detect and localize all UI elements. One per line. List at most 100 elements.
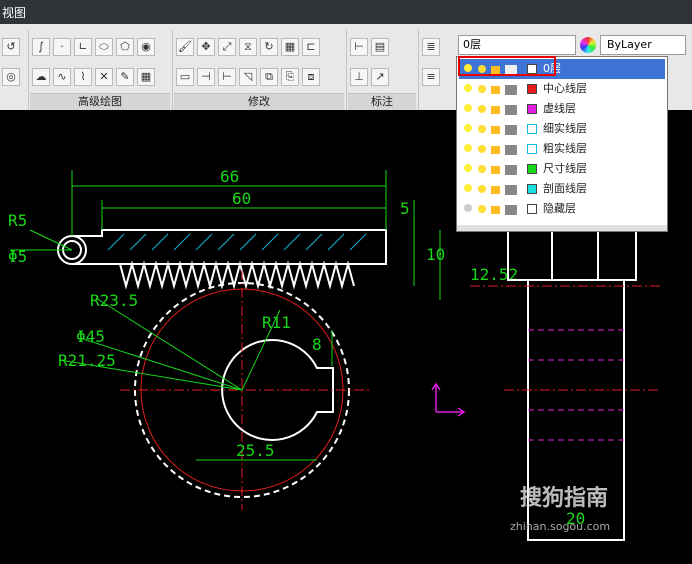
panel-modify: 🖌 ✥ ⤢ ⧖ ↻ ▦ ⊏ ▭ ⊣ ⊢ ◹ ⧉ ⎘ ⧈ 修改	[174, 30, 344, 110]
layer-color-swatch	[527, 144, 537, 154]
layer-name: 中心线层	[543, 82, 587, 95]
lineweight-icon[interactable]: ≡	[422, 68, 440, 86]
layer-color-swatch	[527, 204, 537, 214]
ucs-icon[interactable]: ∟	[74, 38, 92, 56]
mirror-icon[interactable]: ⧖	[239, 38, 257, 56]
layer-state-icons	[462, 141, 522, 157]
layer-name: 虚线层	[543, 102, 576, 115]
scale-icon[interactable]: ⧈	[302, 68, 320, 86]
color-select-value: ByLayer	[607, 38, 652, 51]
move-icon[interactable]: ✥	[197, 38, 215, 56]
rotate-icon[interactable]: ↻	[260, 38, 278, 56]
rect-select-icon[interactable]: ▭	[176, 68, 194, 86]
donut-icon[interactable]: ◉	[137, 38, 155, 56]
layer-color-swatch	[527, 184, 537, 194]
chamfer-icon[interactable]: ◹	[239, 68, 257, 86]
layer-color-swatch	[527, 164, 537, 174]
dim-r23-5: R23.5	[90, 291, 138, 310]
layer-state-icons	[462, 161, 522, 177]
dim-12-52: 12.52	[470, 265, 518, 284]
copy-icon[interactable]: ⎘	[281, 68, 299, 86]
layer-item-hidden[interactable]: 隐藏层	[459, 199, 665, 219]
layer-name: 剖面线层	[543, 182, 587, 195]
layer-item-thick[interactable]: 粗实线层	[459, 139, 665, 159]
color-wheel-icon[interactable]	[580, 37, 596, 53]
dim-r5: R5	[8, 211, 27, 230]
layer-color-swatch	[527, 84, 537, 94]
layer-name: 细实线层	[543, 122, 587, 135]
layer-name: 隐藏层	[543, 202, 576, 215]
xline-icon[interactable]: ✕	[95, 68, 113, 86]
explode-icon[interactable]: ⧉	[260, 68, 278, 86]
panel-title-dimension: 标注	[348, 93, 416, 110]
layer-item-dimension[interactable]: 尺寸线层	[459, 159, 665, 179]
dim-style-icon[interactable]: ▤	[371, 38, 389, 56]
spline-icon[interactable]: ∫	[32, 38, 50, 56]
trim-icon[interactable]: ⊣	[197, 68, 215, 86]
linear-dim-icon[interactable]: ⊢	[350, 38, 368, 56]
layer-item-dashed[interactable]: 虚线层	[459, 99, 665, 119]
rack-hatch	[107, 233, 367, 251]
title-bar: 视图	[0, 0, 692, 24]
array-icon[interactable]: ▦	[281, 38, 299, 56]
dim-5: 5	[400, 199, 410, 218]
dim-60: 60	[232, 189, 251, 208]
breakline-icon[interactable]: ⌇	[74, 68, 92, 86]
divider	[172, 30, 173, 110]
extend-icon[interactable]: ⊢	[218, 68, 236, 86]
panel-layers: ≣ ≡	[420, 30, 456, 110]
rack	[57, 229, 387, 265]
layer-item-center[interactable]: 中心线层	[459, 79, 665, 99]
layer-color-swatch	[527, 124, 537, 134]
sketch-icon[interactable]: ✎	[116, 68, 134, 86]
dim-phi5: Φ5	[8, 247, 27, 266]
stretch-icon[interactable]: ⤢	[218, 38, 236, 56]
layer-state-icons	[462, 201, 522, 217]
offset-icon[interactable]: ⊏	[302, 38, 320, 56]
brush-icon[interactable]: 🖌	[176, 38, 194, 56]
tab-view[interactable]: 视图	[2, 4, 26, 21]
panel-partial: ↺ ◎	[0, 30, 26, 110]
divider	[418, 30, 419, 110]
layer-color-swatch	[527, 104, 537, 114]
point-icon[interactable]: ·	[53, 38, 71, 56]
region-icon[interactable]: ◎	[2, 68, 20, 86]
watermark-url: zhinan.sogou.com	[510, 520, 611, 533]
aligned-dim-icon[interactable]: ⊥	[350, 68, 368, 86]
table-icon[interactable]: ▦	[137, 68, 155, 86]
layer-properties-icon[interactable]: ≣	[422, 38, 440, 56]
divider	[28, 30, 29, 110]
dim-25-5: 25.5	[236, 441, 275, 460]
ucs-axes-icon	[431, 382, 466, 417]
dropdown-resize-grip[interactable]	[457, 225, 667, 231]
layer-item-thin[interactable]: 细实线层	[459, 119, 665, 139]
wave-icon[interactable]: ∿	[53, 68, 71, 86]
layer-item-hatch[interactable]: 剖面线层	[459, 179, 665, 199]
layer-name: 粗实线层	[543, 142, 587, 155]
dim-r21-25: R21.25	[58, 351, 116, 370]
layer-dropdown: 0层 中心线层 虚线层 细实线层 粗实线层 尺寸线层 剖面线层 隐藏层	[456, 56, 668, 232]
ellipse-icon[interactable]: ⬭	[95, 38, 113, 56]
side-hidden-lines	[528, 329, 624, 441]
dim-10: 10	[426, 245, 445, 264]
dimension-lines	[10, 170, 441, 461]
color-select[interactable]: ByLayer	[600, 35, 686, 55]
leader-icon[interactable]: ↗	[371, 68, 389, 86]
revcloud-icon[interactable]: ☁	[32, 68, 50, 86]
polygon-icon[interactable]: ⬠	[116, 38, 134, 56]
layer-select-value: 0层	[463, 38, 481, 51]
panel-title-advanced: 高级绘图	[30, 93, 170, 110]
redo-icon[interactable]: ↺	[2, 38, 20, 56]
dim-8: 8	[312, 335, 322, 354]
panel-title-modify: 修改	[174, 93, 344, 110]
divider	[346, 30, 347, 110]
layer-name: 尺寸线层	[543, 162, 587, 175]
layer-select[interactable]: 0层	[458, 35, 576, 55]
layer-state-icons	[462, 121, 522, 137]
dim-r11: R11	[262, 313, 291, 332]
watermark: 搜狗指南	[520, 486, 609, 511]
rack-teeth	[119, 260, 355, 290]
panel-advanced-draw: ∫ · ∟ ⬭ ⬠ ◉ ☁ ∿ ⌇ ✕ ✎ ▦ 高级绘图	[30, 30, 170, 110]
layer-state-icons	[462, 181, 522, 197]
center-lines	[120, 270, 372, 510]
